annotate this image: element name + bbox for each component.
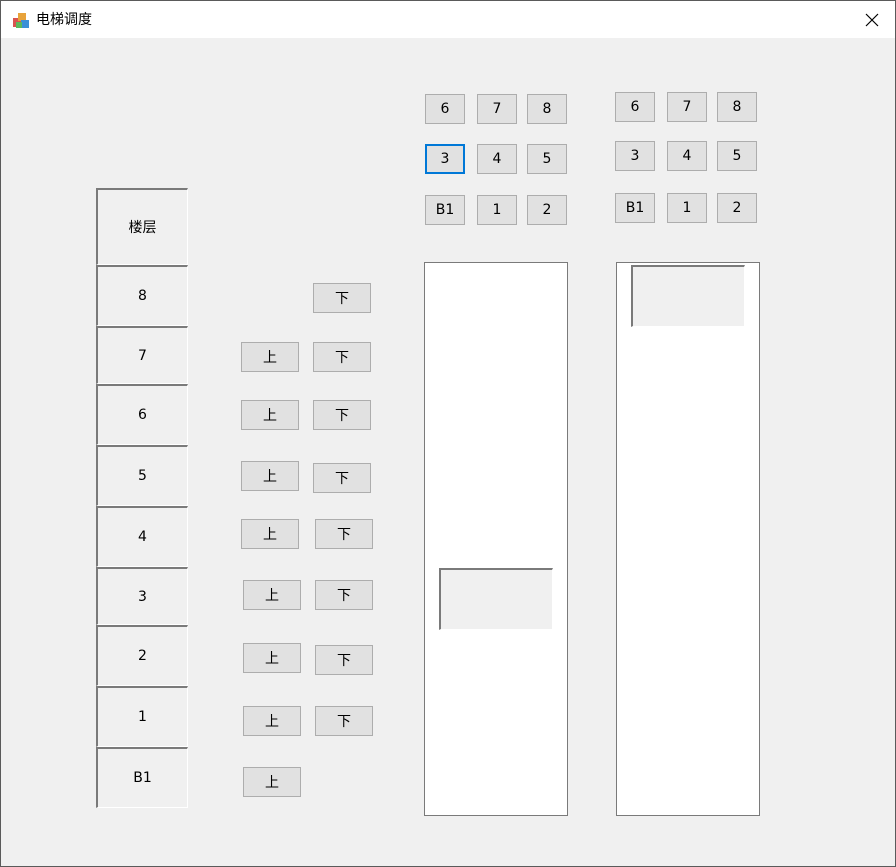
down-button-floor-4[interactable]: 下 [315, 519, 373, 549]
elevator1-floor-button-2[interactable]: 2 [527, 195, 567, 225]
floor-label-8: 8 [96, 265, 188, 326]
elevator1-floor-button-5[interactable]: 5 [527, 144, 567, 174]
floor-header: 楼层 [96, 188, 188, 265]
elevator2-floor-button-8[interactable]: 8 [717, 92, 757, 122]
elevator1-floor-button-4[interactable]: 4 [477, 144, 517, 174]
up-button-floor-b1[interactable]: 上 [243, 767, 301, 797]
floor-label-b1: B1 [96, 747, 188, 808]
elevator2-floor-button-6[interactable]: 6 [615, 92, 655, 122]
floor-label-5: 5 [96, 445, 188, 506]
floor-label-1: 1 [96, 686, 188, 747]
down-button-floor-2[interactable]: 下 [315, 645, 373, 675]
app-icon [11, 10, 31, 30]
elevator1-shaft [424, 262, 568, 816]
elevator2-shaft [616, 262, 760, 816]
window-title: 电梯调度 [36, 12, 92, 28]
elevator2-floor-button-5[interactable]: 5 [717, 141, 757, 171]
elevator2-floor-button-1[interactable]: 1 [667, 193, 707, 223]
up-button-floor-4[interactable]: 上 [241, 519, 299, 549]
elevator2-floor-button-b1[interactable]: B1 [615, 193, 655, 223]
down-button-floor-1[interactable]: 下 [315, 706, 373, 736]
elevator1-floor-button-6[interactable]: 6 [425, 94, 465, 124]
up-button-floor-1[interactable]: 上 [243, 706, 301, 736]
elevator1-floor-button-3[interactable]: 3 [425, 144, 465, 174]
elevator2-floor-button-3[interactable]: 3 [615, 141, 655, 171]
up-button-floor-7[interactable]: 上 [241, 342, 299, 372]
floor-label-4: 4 [96, 506, 188, 567]
elevator1-floor-button-7[interactable]: 7 [477, 94, 517, 124]
elevator2-car [631, 265, 745, 327]
down-button-floor-6[interactable]: 下 [313, 400, 371, 430]
down-button-floor-3[interactable]: 下 [315, 580, 373, 610]
down-button-floor-7[interactable]: 下 [313, 342, 371, 372]
elevator1-car [439, 568, 553, 630]
up-button-floor-2[interactable]: 上 [243, 643, 301, 673]
floor-label-3: 3 [96, 567, 188, 625]
elevator1-floor-button-8[interactable]: 8 [527, 94, 567, 124]
app-window: 电梯调度 楼层 8 7 6 5 4 3 2 1 B1 下 上 下 上 下 上 下… [0, 0, 896, 867]
down-button-floor-8[interactable]: 下 [313, 283, 371, 313]
close-icon [865, 13, 879, 26]
up-button-floor-5[interactable]: 上 [241, 461, 299, 491]
elevator1-floor-button-b1[interactable]: B1 [425, 195, 465, 225]
floor-label-2: 2 [96, 625, 188, 686]
elevator1-floor-button-1[interactable]: 1 [477, 195, 517, 225]
close-button[interactable] [849, 1, 895, 38]
floor-label-6: 6 [96, 384, 188, 445]
down-button-floor-5[interactable]: 下 [313, 463, 371, 493]
elevator2-floor-button-4[interactable]: 4 [667, 141, 707, 171]
title-bar: 电梯调度 [1, 1, 895, 38]
up-button-floor-3[interactable]: 上 [243, 580, 301, 610]
up-button-floor-6[interactable]: 上 [241, 400, 299, 430]
elevator2-floor-button-7[interactable]: 7 [667, 92, 707, 122]
floor-label-7: 7 [96, 326, 188, 384]
elevator2-floor-button-2[interactable]: 2 [717, 193, 757, 223]
